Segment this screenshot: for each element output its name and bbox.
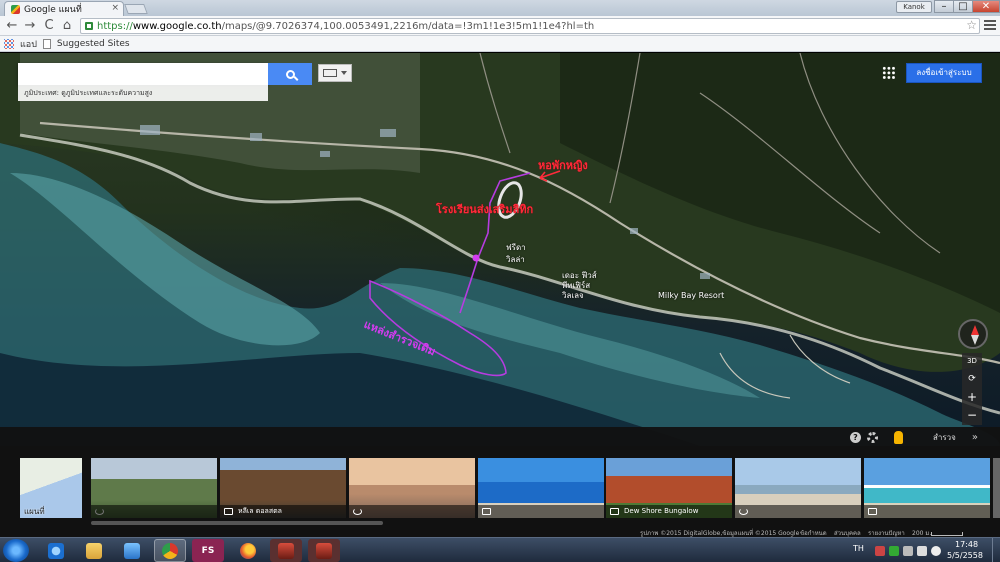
explore-label[interactable]: สำรวจ (933, 431, 956, 444)
photo-thumbnail-partial[interactable] (993, 458, 1000, 518)
tray-signal-icon[interactable] (917, 546, 927, 556)
clock-date[interactable]: 5/5/2558 (947, 551, 983, 560)
zoom-in-button[interactable]: + (962, 389, 982, 407)
reload-button[interactable]: C (41, 18, 57, 34)
pegman-icon[interactable] (894, 430, 903, 444)
internet-explorer-icon (48, 542, 64, 559)
page-icon (42, 38, 51, 49)
photo-thumbnail[interactable] (864, 458, 990, 518)
tab-close-icon[interactable]: × (111, 3, 119, 13)
rotate-button[interactable]: ⟳ (962, 371, 982, 389)
map-label-place5: วิลเลจ (562, 291, 584, 300)
taskbar-app-1[interactable] (270, 539, 302, 562)
satellite-map[interactable]: ภูมิประเทศ: ดูภูมิประเทศและระดับความสูง … (0, 53, 1000, 446)
apps-bookmark[interactable]: แอป (20, 37, 37, 51)
dropdown-arrow-icon (341, 71, 347, 75)
taskbar-fs[interactable]: FS (192, 539, 224, 562)
map-thumb-label: แผนที่ (24, 507, 45, 516)
photo-thumbnail[interactable]: หลีเล ดอลสตล (220, 458, 346, 518)
google-maps-favicon-icon (11, 4, 20, 14)
help-icon[interactable]: ? (850, 431, 861, 443)
media-player-icon (124, 542, 140, 559)
keyboard-icon (323, 69, 337, 77)
camera-icon (224, 508, 233, 515)
gear-icon[interactable] (867, 431, 878, 443)
browser-toolbar: ← → C ⌂ https://www.google.co.th/maps/@9… (0, 16, 1000, 36)
search-button[interactable] (268, 63, 312, 85)
chrome-menu-icon[interactable] (984, 19, 996, 31)
maximize-button[interactable]: □ (953, 0, 973, 13)
apps-icon[interactable] (4, 38, 14, 49)
camera-icon (610, 508, 619, 515)
sign-in-button[interactable]: ลงชื่อเข้าสู่ระบบ (906, 63, 982, 83)
minimize-button[interactable]: – (934, 0, 954, 13)
tilt-button[interactable]: 3D (962, 353, 982, 371)
taskbar-ie[interactable] (40, 539, 72, 562)
new-tab-button[interactable] (124, 4, 148, 14)
photo-thumbnail[interactable] (91, 458, 217, 518)
tab-title: Google แผนที่ (24, 5, 82, 15)
map-footer: รูปภาพ ©2015 DigitalGlobe,ข้อมูลแผนที่ ©… (0, 528, 1000, 537)
clock-time[interactable]: 17:48 (955, 540, 978, 549)
thumbnail-scrollbar[interactable] (91, 521, 383, 525)
map-label-milky-bay[interactable]: Milky Bay Resort (658, 291, 724, 300)
lock-icon (85, 22, 93, 30)
camera-icon (482, 508, 491, 515)
map-search-box (18, 63, 268, 85)
google-apps-icon[interactable] (882, 66, 896, 80)
folder-icon (86, 542, 102, 559)
terrain-hint: ภูมิประเทศ: ดูภูมิประเทศและระดับความสูง (18, 85, 268, 101)
forward-button[interactable]: → (22, 18, 38, 34)
input-tools-button[interactable] (318, 64, 352, 82)
map-label-place2: วิลล่า (506, 255, 525, 264)
close-window-button[interactable]: ✕ (972, 0, 1000, 13)
window-titlebar: Google แผนที่ × Kanok – □ ✕ (0, 0, 1000, 16)
satellite-imagery (0, 53, 1000, 446)
back-button[interactable]: ← (4, 18, 20, 34)
tray-network-icon[interactable] (889, 546, 899, 556)
scale-bar (931, 532, 963, 536)
photo-thumbnail[interactable] (735, 458, 861, 518)
chrome-icon (162, 542, 178, 559)
collapse-chevron-icon[interactable]: » (972, 432, 978, 443)
taskbar-chrome[interactable] (154, 539, 186, 562)
map-search-input[interactable] (18, 63, 268, 85)
taskbar-app-2[interactable] (308, 539, 340, 562)
profile-button[interactable]: Kanok (896, 1, 932, 13)
suggested-sites-bookmark[interactable]: Suggested Sites (57, 39, 130, 49)
compass-control[interactable] (958, 319, 988, 349)
bookmarks-bar: แอป Suggested Sites (0, 36, 1000, 52)
bookmark-star-icon[interactable]: ☆ (966, 18, 977, 32)
app-icon (278, 542, 294, 559)
panel-tools: ? สำรวจ » (850, 429, 1000, 445)
photo-thumbnail[interactable] (478, 458, 604, 518)
photo-thumbnail[interactable]: Dew Shore Bungalow (606, 458, 732, 518)
annotation-red-top: หอพักหญิง (538, 159, 588, 172)
tray-volume-icon[interactable] (931, 546, 941, 556)
taskbar-media-player[interactable] (116, 539, 148, 562)
camera-icon (868, 508, 877, 515)
photosphere-icon (739, 508, 748, 515)
home-button[interactable]: ⌂ (59, 18, 75, 34)
app-icon (316, 542, 332, 559)
start-button[interactable] (3, 539, 29, 562)
tray-app-icon[interactable] (875, 546, 885, 556)
address-bar[interactable]: https://www.google.co.th/maps/@9.7026374… (80, 18, 980, 34)
tray-battery-icon[interactable] (903, 546, 913, 556)
photo-thumbnail[interactable] (349, 458, 475, 518)
windows-taskbar: FS TH 17:48 5/5/2558 (0, 537, 1000, 562)
screen: Google แผนที่ × Kanok – □ ✕ ← → C ⌂ http… (0, 0, 1000, 562)
show-desktop-button[interactable] (992, 538, 1000, 562)
search-icon (285, 69, 295, 79)
zoom-out-button[interactable]: − (962, 407, 982, 425)
taskbar-explorer[interactable] (78, 539, 110, 562)
photosphere-icon (353, 508, 362, 515)
url-text: https://www.google.co.th/maps/@9.7026374… (97, 20, 595, 32)
map-view-thumbnail[interactable]: แผนที่ (20, 458, 82, 518)
taskbar-firefox[interactable] (232, 539, 264, 562)
annotation-red-middle: โรงเรียนส่งเสริมลิทิก (436, 203, 534, 216)
input-language[interactable]: TH (853, 544, 864, 553)
browser-tab[interactable]: Google แผนที่ × (4, 1, 124, 16)
firefox-icon (240, 542, 256, 559)
